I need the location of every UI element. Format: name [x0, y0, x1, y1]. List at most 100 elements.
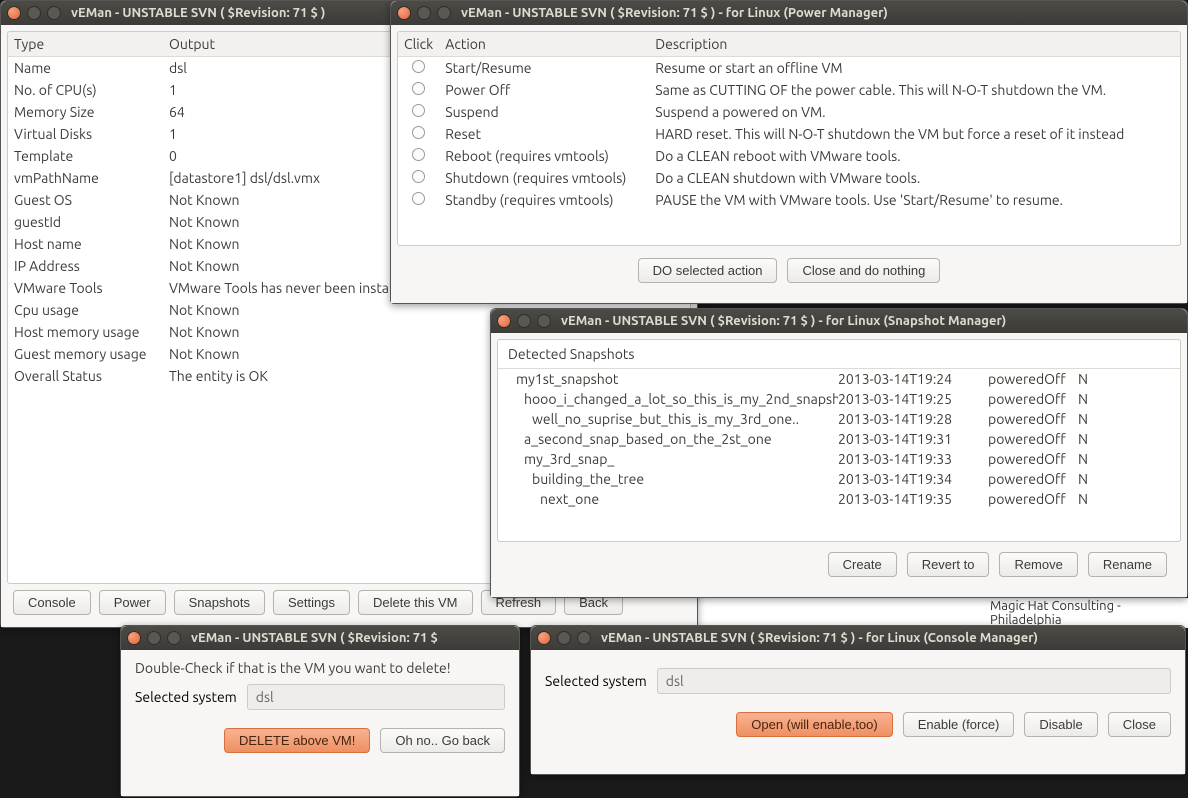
snapshot-flag: N [1078, 491, 1098, 507]
action-cell: Standby (requires vmtools) [439, 189, 649, 211]
table-row[interactable]: Start/ResumeResume or start an offline V… [398, 57, 1180, 80]
radio-icon[interactable] [412, 60, 425, 73]
description-cell: PAUSE the VM with VMware tools. Use 'Sta… [649, 189, 1180, 211]
power-action-table: Click Action Description Start/ResumeRes… [398, 32, 1180, 211]
snapshots-button[interactable]: Snapshots [174, 590, 265, 615]
info-type-cell: Cpu usage [8, 299, 163, 321]
selected-system-field[interactable]: dsl [657, 668, 1171, 694]
selected-system-field[interactable]: dsl [247, 684, 505, 710]
table-row[interactable]: Power OffSame as CUTTING OF the power ca… [398, 79, 1180, 101]
close-icon[interactable] [497, 314, 511, 328]
power-button[interactable]: Power [99, 590, 166, 615]
maximize-icon[interactable] [577, 631, 591, 645]
table-row[interactable]: SuspendSuspend a powered on VM. [398, 101, 1180, 123]
confirm-delete-button[interactable]: DELETE above VM! [224, 728, 370, 753]
window-console: vEMan - UNSTABLE SVN ( $Revision: 71 $ )… [530, 625, 1186, 775]
info-type-cell: IP Address [8, 255, 163, 277]
minimize-icon[interactable] [147, 631, 161, 645]
snapshot-list[interactable]: my1st_snapshot2013-03-14T19:24poweredOff… [498, 369, 1180, 509]
info-type-cell: Memory Size [8, 101, 163, 123]
radio-icon[interactable] [412, 82, 425, 95]
close-icon[interactable] [537, 631, 551, 645]
click-cell [398, 101, 439, 123]
action-cell: Suspend [439, 101, 649, 123]
th-action[interactable]: Action [439, 32, 649, 57]
close-icon[interactable] [127, 631, 141, 645]
list-item[interactable]: my_3rd_snap_2013-03-14T19:33poweredOffN [498, 449, 1180, 469]
minimize-icon[interactable] [557, 631, 571, 645]
info-type-cell: Virtual Disks [8, 123, 163, 145]
snapshot-state: poweredOff [988, 491, 1078, 507]
action-cell: Shutdown (requires vmtools) [439, 167, 649, 189]
list-item[interactable]: building_the_tree2013-03-14T19:34powered… [498, 469, 1180, 489]
click-cell [398, 189, 439, 211]
close-icon[interactable] [397, 6, 411, 20]
th-click[interactable]: Click [398, 32, 439, 57]
snapshot-name: building_the_tree [508, 471, 838, 487]
titlebar-buttons [127, 631, 181, 645]
delete-vm-button[interactable]: Delete this VM [358, 590, 473, 615]
title-console: vEMan - UNSTABLE SVN ( $Revision: 71 $ )… [601, 631, 1038, 645]
titlebar-console[interactable]: vEMan - UNSTABLE SVN ( $Revision: 71 $ )… [531, 626, 1185, 650]
list-item[interactable]: well_no_suprise_but_this_is_my_3rd_one..… [498, 409, 1180, 429]
snapshots-header: Detected Snapshots [498, 340, 1180, 369]
table-row[interactable]: Reboot (requires vmtools)Do a CLEAN rebo… [398, 145, 1180, 167]
delete-message: Double-Check if that is the VM you want … [121, 650, 519, 676]
rename-snapshot-button[interactable]: Rename [1088, 552, 1167, 577]
console-button[interactable]: Console [13, 590, 91, 615]
snapshot-name: hooo_i_changed_a_lot_so_this_is_my_2nd_s… [508, 391, 838, 407]
titlebar-power[interactable]: vEMan - UNSTABLE SVN ( $Revision: 71 $ )… [391, 1, 1187, 25]
radio-icon[interactable] [412, 148, 425, 161]
revert-snapshot-button[interactable]: Revert to [907, 552, 990, 577]
minimize-icon[interactable] [517, 314, 531, 328]
snapshot-name: next_one [508, 491, 838, 507]
th-type[interactable]: Type [8, 32, 163, 57]
radio-icon[interactable] [412, 104, 425, 117]
snapshot-flag: N [1078, 371, 1098, 387]
list-item[interactable]: next_one2013-03-14T19:35poweredOffN [498, 489, 1180, 509]
snapshot-name: my_3rd_snap_ [508, 451, 838, 467]
list-item[interactable]: a_second_snap_based_on_the_2st_one2013-0… [498, 429, 1180, 449]
remove-snapshot-button[interactable]: Remove [999, 552, 1077, 577]
minimize-icon[interactable] [27, 6, 41, 20]
open-console-button[interactable]: Open (will enable,too) [736, 712, 892, 737]
snapshot-state: poweredOff [988, 451, 1078, 467]
description-cell: Same as CUTTING OF the power cable. This… [649, 79, 1180, 101]
snapshot-state: poweredOff [988, 471, 1078, 487]
titlebar-snapshots[interactable]: vEMan - UNSTABLE SVN ( $Revision: 71 $ )… [491, 309, 1187, 333]
list-item[interactable]: my1st_snapshot2013-03-14T19:24poweredOff… [498, 369, 1180, 389]
snapshot-name: a_second_snap_based_on_the_2st_one [508, 431, 838, 447]
click-cell [398, 167, 439, 189]
radio-icon[interactable] [412, 126, 425, 139]
bg-text: Magic Hat Consulting - Philadelphia [990, 599, 1188, 627]
close-console-button[interactable]: Close [1108, 712, 1171, 737]
click-cell [398, 79, 439, 101]
enable-console-button[interactable]: Enable (force) [903, 712, 1015, 737]
list-item[interactable]: hooo_i_changed_a_lot_so_this_is_my_2nd_s… [498, 389, 1180, 409]
create-snapshot-button[interactable]: Create [828, 552, 897, 577]
th-description[interactable]: Description [649, 32, 1180, 57]
radio-icon[interactable] [412, 192, 425, 205]
snapshot-flag: N [1078, 431, 1098, 447]
disable-console-button[interactable]: Disable [1024, 712, 1097, 737]
maximize-icon[interactable] [537, 314, 551, 328]
table-row[interactable]: ResetHARD reset. This will N-O-T shutdow… [398, 123, 1180, 145]
table-row[interactable]: Shutdown (requires vmtools)Do a CLEAN sh… [398, 167, 1180, 189]
info-type-cell: Name [8, 57, 163, 80]
maximize-icon[interactable] [47, 6, 61, 20]
action-cell: Reset [439, 123, 649, 145]
do-action-button[interactable]: DO selected action [638, 258, 778, 283]
table-row[interactable]: Standby (requires vmtools)PAUSE the VM w… [398, 189, 1180, 211]
close-icon[interactable] [7, 6, 21, 20]
settings-button[interactable]: Settings [273, 590, 350, 615]
maximize-icon[interactable] [167, 631, 181, 645]
snapshot-date: 2013-03-14T19:33 [838, 451, 988, 467]
snapshot-state: poweredOff [988, 431, 1078, 447]
titlebar-delete[interactable]: vEMan - UNSTABLE SVN ( $Revision: 71 $ [121, 626, 519, 650]
minimize-icon[interactable] [417, 6, 431, 20]
radio-icon[interactable] [412, 170, 425, 183]
titlebar-buttons [497, 314, 551, 328]
close-power-button[interactable]: Close and do nothing [787, 258, 940, 283]
maximize-icon[interactable] [437, 6, 451, 20]
cancel-delete-button[interactable]: Oh no.. Go back [380, 728, 505, 753]
